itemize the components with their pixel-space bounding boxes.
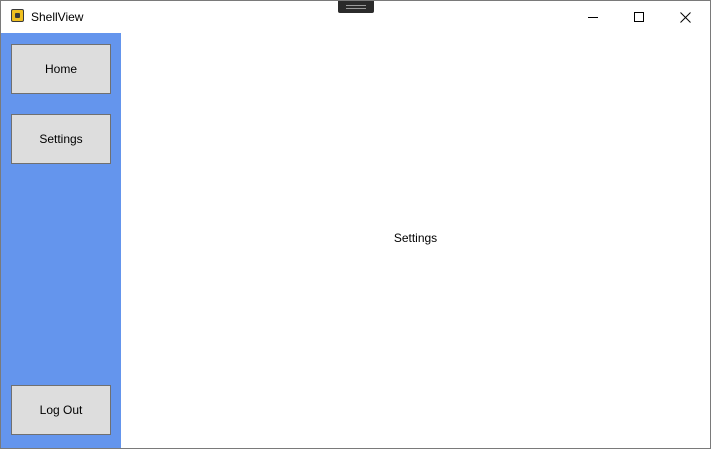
maximize-button[interactable] (616, 1, 662, 33)
minimize-button[interactable] (570, 1, 616, 33)
minimize-icon (588, 17, 598, 18)
close-button[interactable] (662, 1, 708, 33)
drag-handle[interactable] (338, 1, 374, 13)
window-title: ShellView (31, 10, 84, 24)
app-icon (11, 9, 24, 22)
content-area: Settings (121, 33, 710, 448)
log-out-button[interactable]: Log Out (11, 385, 111, 435)
sidebar: Home Settings Log Out (1, 33, 121, 448)
content-label: Settings (393, 231, 438, 245)
settings-button[interactable]: Settings (11, 114, 111, 164)
home-button[interactable]: Home (11, 44, 111, 94)
close-icon (679, 11, 691, 23)
maximize-icon (634, 12, 644, 22)
shell-window: ShellView Home Settings Log Out Settings (0, 0, 711, 449)
title-bar[interactable]: ShellView (1, 1, 710, 33)
